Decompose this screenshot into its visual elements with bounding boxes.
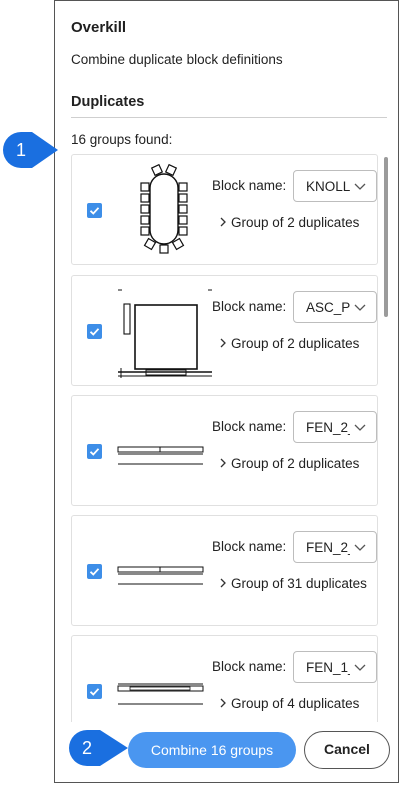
- block-name-label: Block name:: [212, 419, 287, 434]
- block-name-value: FEN_1_: [306, 660, 350, 675]
- block-name-select[interactable]: KNOLL: [293, 170, 377, 202]
- group-text: Group of 2 duplicates: [231, 215, 360, 230]
- block-name-select[interactable]: ASC_P: [293, 291, 377, 323]
- group-card: Block name: KNOLL Group of 2 duplicates: [71, 154, 378, 265]
- group-card: Block name: FEN_2_ Group of 31 duplicate…: [71, 515, 378, 626]
- window-icon: [117, 566, 204, 585]
- chevron-down-icon: [354, 664, 366, 671]
- chevron-right-icon: [220, 698, 226, 708]
- group-checkbox[interactable]: [87, 564, 102, 579]
- check-icon: [89, 328, 100, 336]
- block-name-value: KNOLL: [306, 179, 350, 194]
- chevron-right-icon: [220, 578, 226, 588]
- scrollbar-thumb[interactable]: [384, 157, 388, 317]
- block-name-label: Block name:: [212, 299, 287, 314]
- section-title: Duplicates: [71, 94, 145, 110]
- callout-badge: 2: [68, 729, 128, 767]
- check-icon: [89, 207, 100, 215]
- group-text: Group of 2 duplicates: [231, 336, 360, 351]
- block-name-select[interactable]: FEN_1_: [293, 651, 377, 683]
- group-expander[interactable]: Group of 4 duplicates: [219, 696, 359, 711]
- block-name-label: Block name:: [212, 659, 287, 674]
- group-text: Group of 2 duplicates: [231, 456, 360, 471]
- callout-number: 1: [15, 140, 26, 160]
- chevron-down-icon: [354, 183, 366, 190]
- group-card: Block name: FEN_1_ Group of 4 duplicates: [71, 635, 378, 722]
- check-icon: [89, 688, 100, 696]
- chevron-right-icon: [220, 338, 226, 348]
- window-icon: [117, 683, 204, 705]
- cancel-button[interactable]: Cancel: [304, 731, 390, 769]
- group-checkbox[interactable]: [87, 684, 102, 699]
- callout-badge: 1: [2, 131, 58, 169]
- duplicates-list[interactable]: Block name: KNOLL Group of 2 duplicates: [71, 154, 391, 722]
- block-name-value: FEN_2_: [306, 540, 350, 555]
- cabinet-icon: [118, 289, 212, 378]
- block-name-label: Block name:: [212, 539, 287, 554]
- group-expander[interactable]: Group of 2 duplicates: [219, 336, 359, 351]
- group-expander[interactable]: Group of 31 duplicates: [219, 576, 367, 591]
- group-text: Group of 4 duplicates: [231, 696, 360, 711]
- panel-title: Overkill: [71, 19, 127, 36]
- divider: [71, 117, 387, 118]
- chevron-right-icon: [220, 217, 226, 227]
- group-checkbox[interactable]: [87, 203, 102, 218]
- conference-table-icon: [140, 163, 188, 254]
- overkill-panel: Overkill Combine duplicate block definit…: [54, 0, 399, 783]
- groups-found-label: 16 groups found:: [71, 132, 173, 147]
- group-expander[interactable]: Group of 2 duplicates: [219, 215, 359, 230]
- window-icon: [117, 446, 204, 465]
- block-name-select[interactable]: FEN_2_: [293, 531, 377, 563]
- block-name-select[interactable]: FEN_2_: [293, 411, 377, 443]
- group-checkbox[interactable]: [87, 324, 102, 339]
- check-icon: [89, 568, 100, 576]
- group-expander[interactable]: Group of 2 duplicates: [219, 456, 359, 471]
- combine-button[interactable]: Combine 16 groups: [128, 732, 296, 768]
- block-name-value: FEN_2_: [306, 420, 350, 435]
- group-card: Block name: FEN_2_ Group of 2 duplicates: [71, 395, 378, 506]
- callout-number: 2: [81, 738, 92, 758]
- chevron-down-icon: [354, 424, 366, 431]
- group-checkbox[interactable]: [87, 444, 102, 459]
- block-name-label: Block name:: [212, 178, 287, 193]
- panel-subtitle: Combine duplicate block definitions: [71, 52, 283, 67]
- group-text: Group of 31 duplicates: [231, 576, 367, 591]
- group-card: Block name: ASC_P Group of 2 duplicates: [71, 275, 378, 386]
- block-name-value: ASC_P: [306, 300, 350, 315]
- chevron-down-icon: [354, 304, 366, 311]
- check-icon: [89, 448, 100, 456]
- chevron-down-icon: [354, 544, 366, 551]
- chevron-right-icon: [220, 458, 226, 468]
